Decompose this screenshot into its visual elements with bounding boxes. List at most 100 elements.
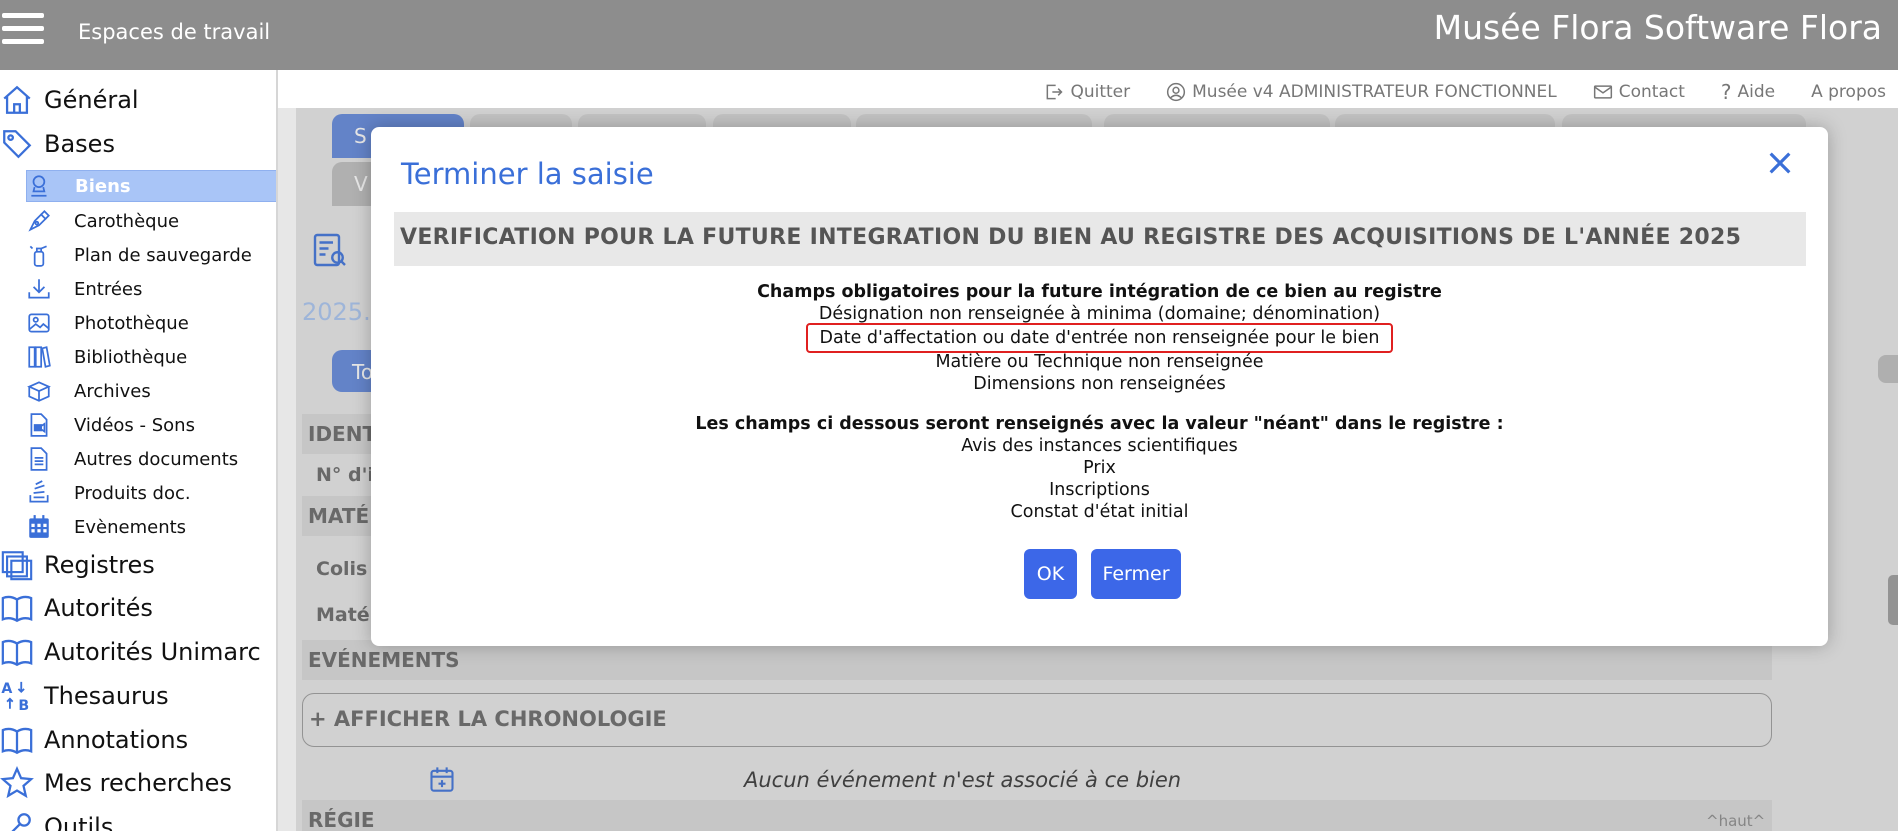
box-icon <box>26 378 52 404</box>
sidebar-item-archives[interactable]: Archives <box>26 375 276 407</box>
logout-icon <box>1044 82 1064 102</box>
mandatory-item: Désignation non renseignée à minima (dom… <box>818 304 1381 324</box>
user-icon <box>1166 82 1186 102</box>
mandatory-heading: Champs obligatoires pour la future intég… <box>757 282 1442 302</box>
top-bar: Espaces de travail Musée Flora Software … <box>0 0 1898 70</box>
highlighted-mandatory-item: Date d'affectation ou date d'entrée non … <box>805 323 1394 353</box>
mandatory-fields-block: Champs obligatoires pour la future intég… <box>371 281 1828 395</box>
calendar-icon <box>26 514 52 540</box>
sidebar-item-bibliotheque[interactable]: Bibliothèque <box>26 341 276 373</box>
mandatory-item: Dimensions non renseignées <box>973 374 1226 394</box>
extinguisher-icon <box>26 242 52 268</box>
download-icon <box>26 276 52 302</box>
section-evenements: EVÉNEMENTS <box>302 640 1772 680</box>
sidebar-item-thesaurus[interactable]: AB Thesaurus <box>0 676 276 716</box>
record-number: 2025. <box>302 298 371 326</box>
sidebar-item-autorites-unimarc[interactable]: Autorités Unimarc <box>0 632 276 672</box>
scrollbar-thumb[interactable] <box>1888 575 1898 625</box>
sidebar-item-label: Annotations <box>44 726 189 754</box>
help-link[interactable]: ? Aide <box>1721 80 1775 104</box>
sidebar: Général Bases Biens Carothèque Plan de s… <box>0 70 278 831</box>
user-link[interactable]: Musée v4 ADMINISTRATEUR FONCTIONNEL <box>1166 80 1557 104</box>
back-to-top-link[interactable]: ^haut^ <box>1706 812 1765 830</box>
svg-text:A: A <box>1 681 12 697</box>
close-button[interactable]: Fermer <box>1091 549 1181 599</box>
open-book-icon <box>0 591 34 625</box>
sidebar-item-label: Registres <box>44 551 155 579</box>
sort-az-icon: AB <box>0 679 34 713</box>
help-label: Aide <box>1737 82 1776 102</box>
menu-icon[interactable] <box>2 13 44 45</box>
open-book-icon <box>0 635 34 669</box>
open-book-icon <box>0 723 34 757</box>
document-icon <box>26 446 52 472</box>
sidebar-item-general[interactable]: Général <box>0 80 276 120</box>
envelope-icon <box>1593 82 1613 102</box>
contact-label: Contact <box>1618 82 1685 102</box>
sidebar-item-autres-documents[interactable]: Autres documents <box>26 443 276 475</box>
neant-item: Prix <box>1083 458 1116 478</box>
question-icon: ? <box>1720 80 1732 104</box>
quit-link[interactable]: Quitter <box>1044 80 1130 104</box>
sidebar-item-label: Entrées <box>74 278 143 300</box>
sidebar-item-biens[interactable]: Biens <box>26 170 276 202</box>
neant-item: Inscriptions <box>1049 480 1150 500</box>
list-search-icon[interactable] <box>312 232 348 268</box>
sidebar-item-phototheque[interactable]: Photothèque <box>26 307 276 339</box>
workspaces-link[interactable]: Espaces de travail <box>78 20 270 44</box>
section-regie: RÉGIE <box>302 800 1772 831</box>
tools-icon <box>0 810 34 831</box>
sidebar-item-carotheque[interactable]: Carothèque <box>26 205 276 237</box>
svg-text:B: B <box>18 698 29 713</box>
pen-icon <box>26 208 52 234</box>
sidebar-item-label: Autorités <box>44 594 153 622</box>
sidebar-item-label: Carothèque <box>74 210 180 232</box>
ok-button[interactable]: OK <box>1024 549 1077 599</box>
quit-label: Quitter <box>1070 82 1131 102</box>
registers-icon <box>0 548 34 582</box>
image-icon <box>26 310 52 336</box>
sidebar-item-entrees[interactable]: Entrées <box>26 273 276 305</box>
tag-icon <box>0 127 34 161</box>
sidebar-item-label: Autres documents <box>74 448 239 470</box>
neant-item: Constat d'état initial <box>1010 502 1189 522</box>
contact-link[interactable]: Contact <box>1593 80 1685 104</box>
side-panel-handle[interactable] <box>1878 355 1898 383</box>
app-title: Musée Flora Software Flora <box>1433 8 1882 47</box>
sidebar-item-label: Vidéos - Sons <box>74 414 195 436</box>
sidebar-item-label: Produits doc. <box>74 482 191 504</box>
close-icon[interactable] <box>1764 147 1796 179</box>
dialog-title: Terminer la saisie <box>401 157 654 191</box>
neant-heading: Les champs ci dessous seront renseignés … <box>695 414 1504 434</box>
about-link[interactable]: A propos <box>1811 80 1886 104</box>
sidebar-item-label: Thesaurus <box>44 682 169 710</box>
sidebar-item-label: Bases <box>44 130 115 158</box>
sidebar-item-label: Evènements <box>74 516 187 538</box>
sidebar-item-evenements[interactable]: Evènements <box>26 511 276 543</box>
books-icon <box>26 344 52 370</box>
user-label: Musée v4 ADMINISTRATEUR FONCTIONNEL <box>1192 82 1557 102</box>
bust-icon <box>27 173 53 199</box>
neant-item: Avis des instances scientifiques <box>961 436 1238 456</box>
add-event-icon[interactable] <box>428 764 456 794</box>
sidebar-item-videos-sons[interactable]: Vidéos - Sons <box>26 409 276 441</box>
sidebar-item-bases[interactable]: Bases <box>0 124 276 164</box>
sidebar-item-outils[interactable]: Outils <box>0 807 276 831</box>
neant-fields-block: Les champs ci dessous seront renseignés … <box>371 413 1828 523</box>
verification-heading: VERIFICATION POUR LA FUTURE INTEGRATION … <box>394 212 1806 266</box>
sidebar-item-plan-sauvegarde[interactable]: Plan de sauvegarde <box>26 239 276 271</box>
sidebar-item-label: Archives <box>74 380 151 402</box>
sidebar-item-registres[interactable]: Registres <box>0 545 276 585</box>
sidebar-item-label: Photothèque <box>74 312 189 334</box>
user-toolbar: Quitter Musée v4 ADMINISTRATEUR FONCTION… <box>1044 80 1886 104</box>
mandatory-item: Matière ou Technique non renseignée <box>935 352 1264 372</box>
sidebar-item-produits-doc[interactable]: Produits doc. <box>26 477 276 509</box>
sidebar-item-mes-recherches[interactable]: Mes recherches <box>0 763 276 803</box>
sidebar-item-label: Plan de sauvegarde <box>74 244 252 266</box>
no-event-message: Aucun événement n'est associé à ce bien <box>744 768 1182 792</box>
video-file-icon <box>26 412 52 438</box>
finish-entry-dialog: Terminer la saisie VERIFICATION POUR LA … <box>371 127 1828 646</box>
sidebar-item-annotations[interactable]: Annotations <box>0 720 276 760</box>
sidebar-item-autorites[interactable]: Autorités <box>0 588 276 628</box>
show-chronology-button[interactable]: + AFFICHER LA CHRONOLOGIE <box>302 693 1772 747</box>
